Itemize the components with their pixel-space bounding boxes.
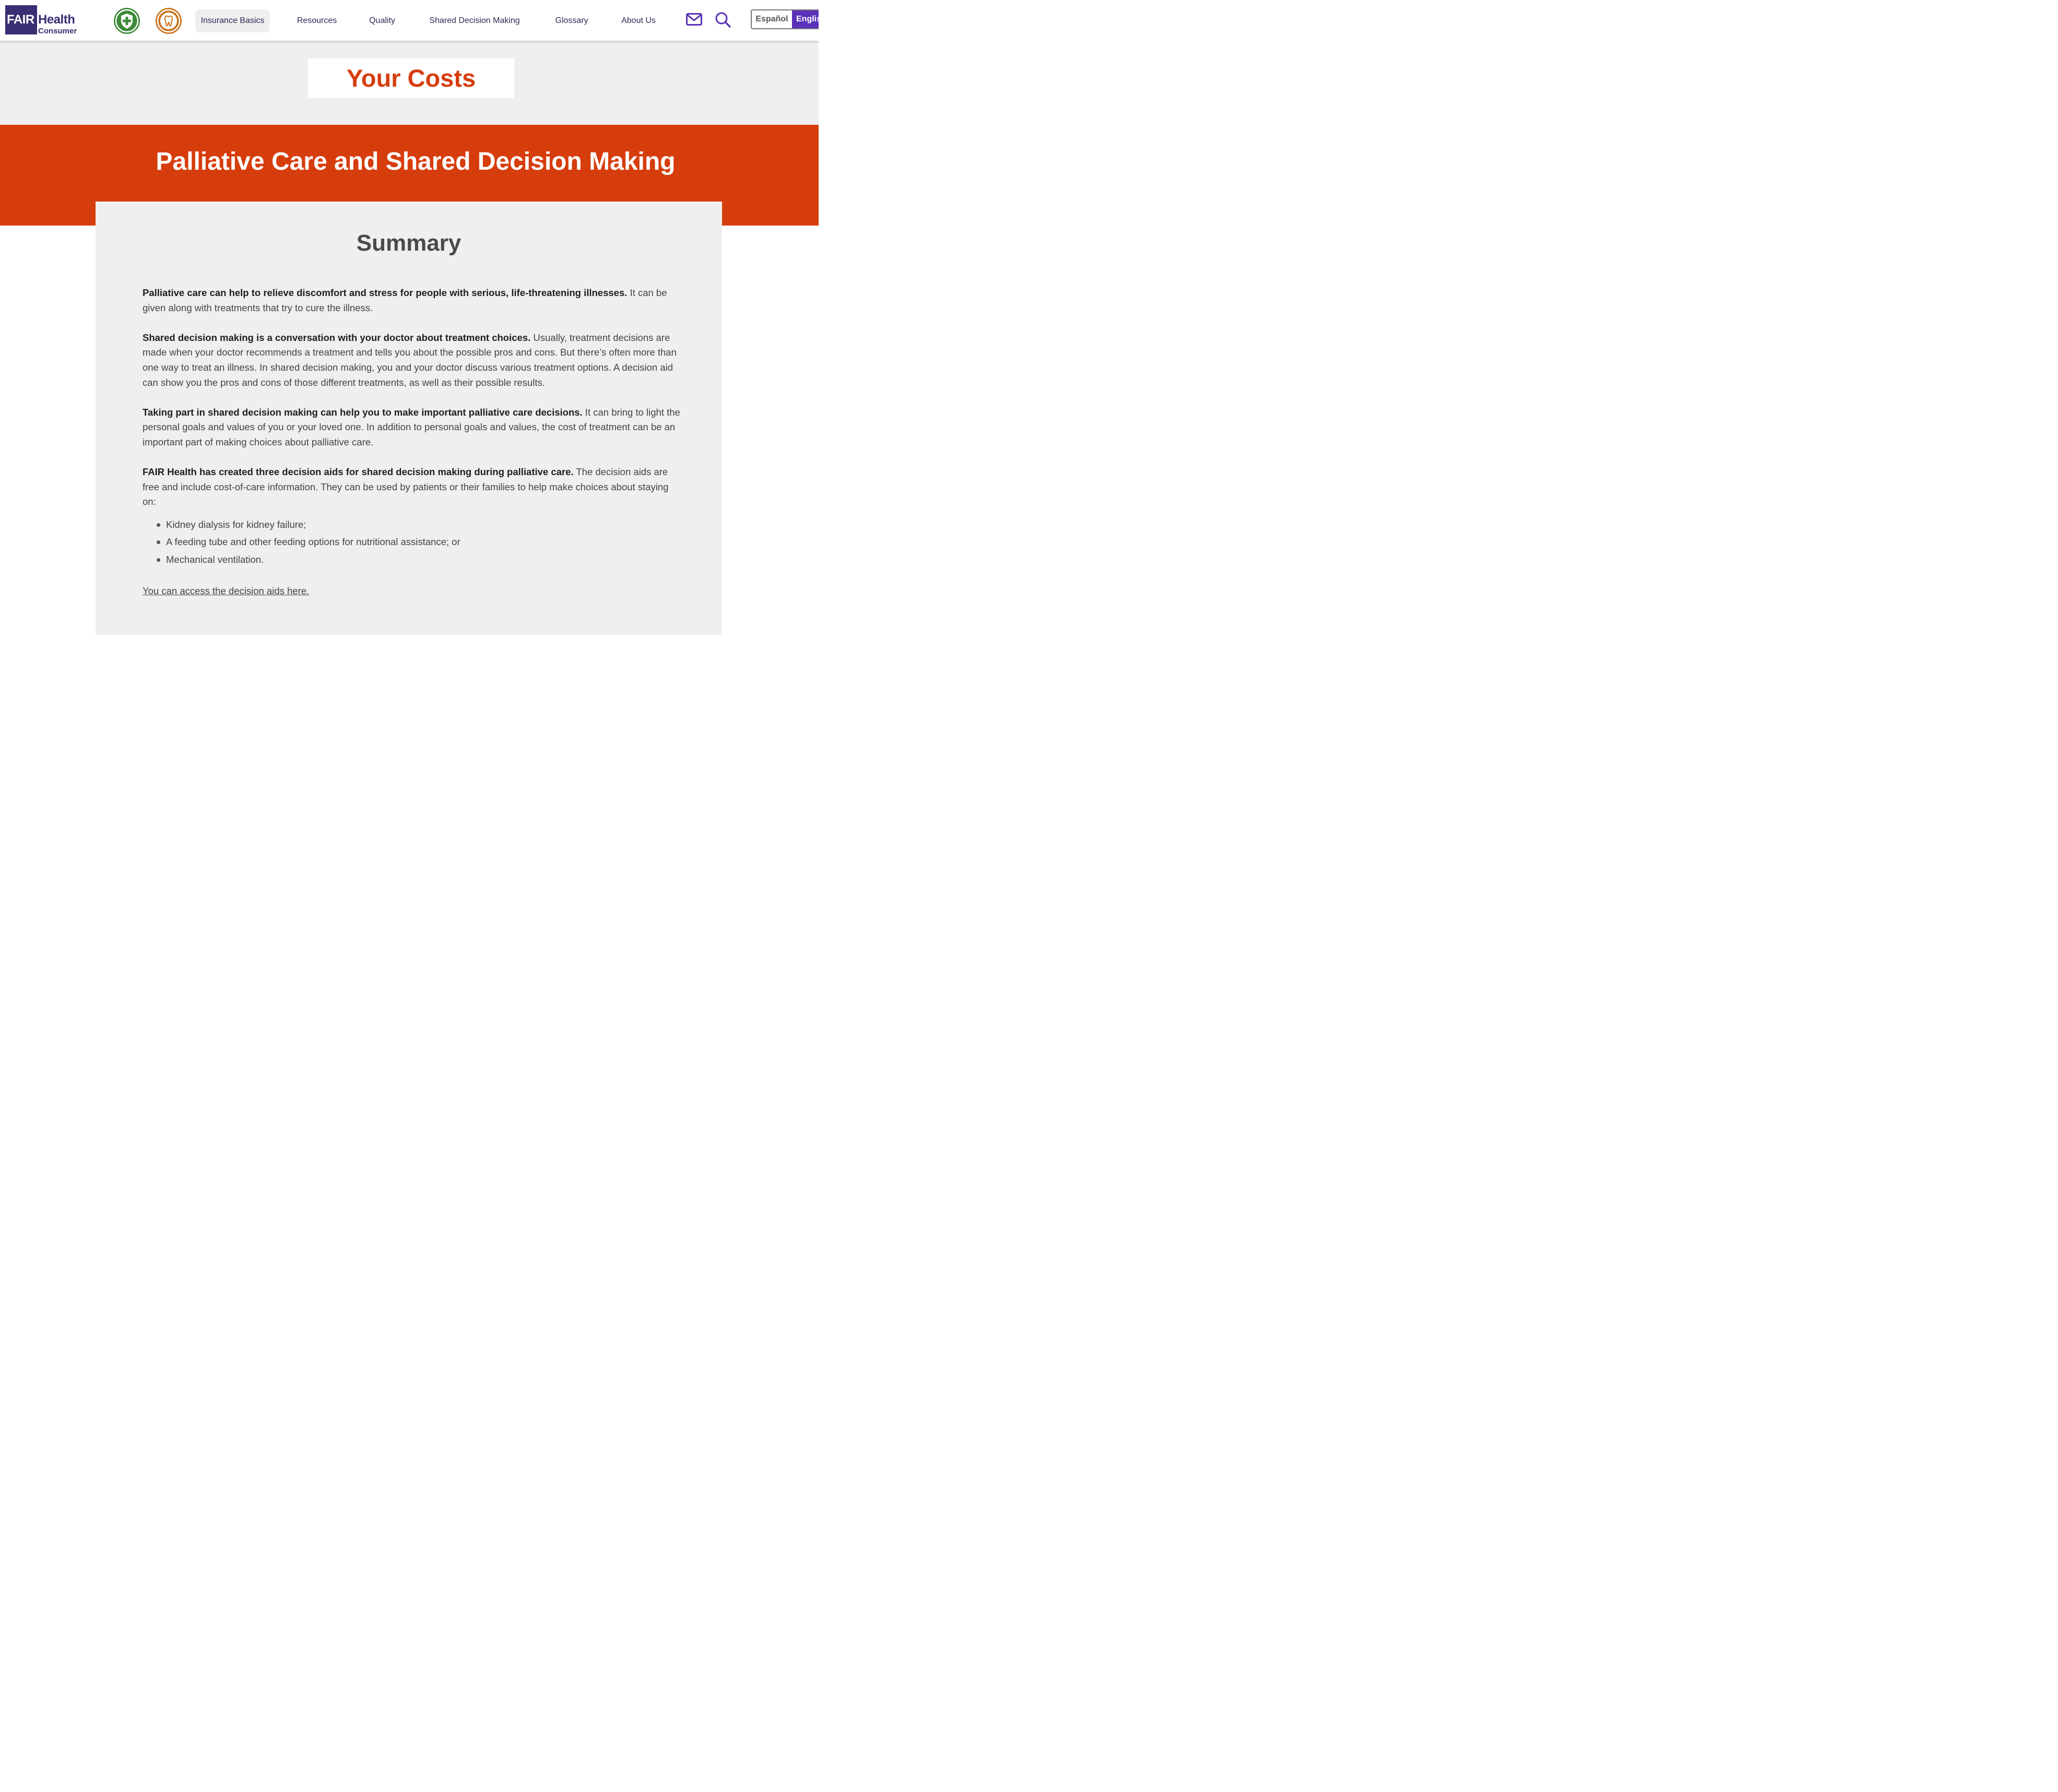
language-espanol-button[interactable]: Español (752, 10, 792, 28)
nav-glossary[interactable]: Glossary (549, 9, 594, 32)
decision-aids-list: Kidney dialysis for kidney failure; A fe… (143, 516, 680, 569)
section-label-band: Your Costs (0, 41, 819, 125)
nav-quality[interactable]: Quality (363, 9, 401, 32)
list-item: A feeding tube and other feeding options… (143, 533, 680, 551)
decision-aids-link[interactable]: You can access the decision aids here. (143, 585, 309, 597)
language-english-button[interactable]: English (792, 10, 819, 28)
medical-shield-icon[interactable] (114, 8, 140, 34)
logo-health-text: Health (38, 13, 75, 27)
bullet-icon (157, 540, 160, 545)
list-item-text: A feeding tube and other feeding options… (166, 536, 460, 548)
logo-fair-text: FAIR (7, 13, 34, 27)
list-item: Kidney dialysis for kidney failure; (143, 516, 680, 534)
search-icon[interactable] (715, 11, 731, 28)
top-navbar: FAIR Health Consumer Insurance Basics Re… (0, 0, 819, 41)
fair-health-consumer-logo[interactable]: FAIR Health Consumer (5, 5, 84, 36)
nav-shared-decision-making[interactable]: Shared Decision Making (422, 9, 527, 32)
summary-body: Palliative care can help to relieve disc… (143, 286, 680, 568)
nav-resources[interactable]: Resources (290, 9, 344, 32)
summary-paragraph: Palliative care can help to relieve disc… (143, 286, 680, 315)
paragraph-lead: Shared decision making is a conversation… (143, 332, 531, 343)
summary-card: Summary Palliative care can help to reli… (96, 202, 722, 635)
page-title: Palliative Care and Shared Decision Maki… (156, 148, 676, 175)
summary-paragraph: Taking part in shared decision making ca… (143, 405, 680, 450)
bullet-icon (157, 558, 160, 562)
nav-insurance-basics[interactable]: Insurance Basics (195, 9, 270, 32)
section-label: Your Costs (308, 58, 514, 98)
nav-about-us[interactable]: About Us (615, 9, 662, 32)
summary-paragraph: FAIR Health has created three decision a… (143, 465, 680, 510)
bullet-icon (157, 523, 160, 527)
dental-tooth-icon[interactable] (156, 8, 182, 34)
summary-paragraph: Shared decision making is a conversation… (143, 331, 680, 390)
summary-heading: Summary (356, 230, 462, 256)
paragraph-lead: FAIR Health has created three decision a… (143, 466, 574, 478)
list-item-text: Mechanical ventilation. (166, 553, 264, 565)
list-item: Mechanical ventilation. (143, 551, 680, 569)
page: FAIR Health Consumer Insurance Basics Re… (0, 0, 819, 713)
paragraph-lead: Taking part in shared decision making ca… (143, 406, 583, 418)
paragraph-lead: Palliative care can help to relieve disc… (143, 287, 628, 298)
logo-consumer-text: Consumer (38, 27, 77, 36)
list-item-text: Kidney dialysis for kidney failure; (166, 518, 306, 530)
mail-icon[interactable] (686, 13, 702, 26)
language-toggle: Español English (751, 9, 819, 29)
